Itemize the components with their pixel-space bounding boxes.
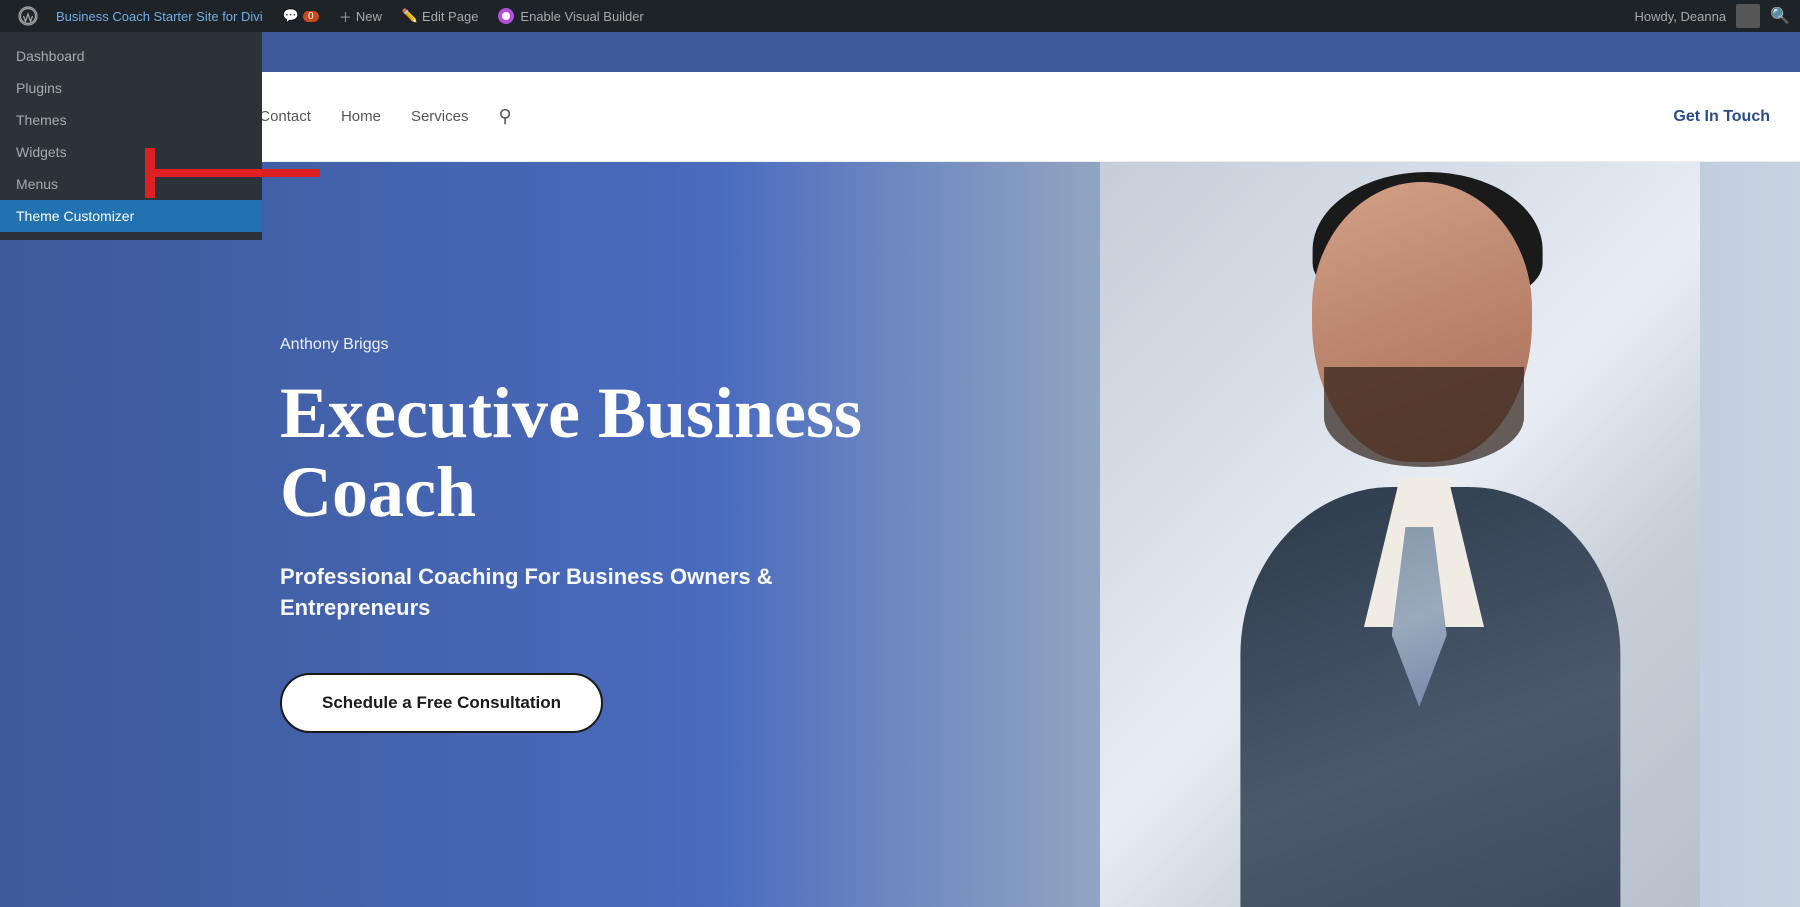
nav-search-icon[interactable]: ⚲ [498,106,511,127]
dropdown-item-themes[interactable]: Themes [0,104,262,136]
divi-icon [498,8,514,24]
dropdown-item-plugins[interactable]: Plugins [0,72,262,104]
howdy-text: Howdy, Deanna [1635,9,1727,24]
main-nav: About Blog Contact Home Services ⚲ [130,106,1673,127]
hero-section: Anthony Briggs Executive Business Coach … [0,162,1800,907]
dropdown-item-menus[interactable]: Menus [0,168,262,200]
hero-subtitle: Professional Coaching For Business Owner… [280,562,900,624]
dropdown-item-theme-customizer[interactable]: Theme Customizer [0,200,262,232]
comment-icon: 💬 [283,8,299,24]
user-avatar[interactable] [1736,4,1760,28]
visual-builder-button[interactable]: Enable Visual Builder [488,0,653,32]
adminbar-right: Howdy, Deanna 🔍 [1635,4,1790,28]
admin-bar: Business Coach Starter Site for Divi 💬 0… [0,0,1800,32]
hero-author: Anthony Briggs [280,336,900,354]
comments-button[interactable]: 💬 0 [273,0,329,32]
hero-cta-button[interactable]: Schedule a Free Consultation [280,673,603,733]
hero-content: Anthony Briggs Executive Business Coach … [0,336,900,734]
site-name[interactable]: Business Coach Starter Site for Divi [46,0,273,32]
dropdown-item-widgets[interactable]: Widgets [0,136,262,168]
comments-count: 0 [303,11,319,22]
nav-services[interactable]: Services [411,108,469,125]
site-header: D About Blog Contact Home Services ⚲ Get… [0,72,1800,162]
nav-home[interactable]: Home [341,108,381,125]
hero-person-image [1050,162,1750,907]
hero-title: Executive Business Coach [280,374,900,532]
wp-logo[interactable] [10,0,46,32]
pencil-icon: ✏️ [402,8,418,24]
person-shape [1100,162,1700,907]
appearance-dropdown: Dashboard Plugins Themes Widgets Menus T… [0,32,262,240]
header-cta-button[interactable]: Get In Touch [1673,108,1770,126]
search-icon[interactable]: 🔍 [1770,6,1790,26]
new-button[interactable]: ＋ New [329,0,392,32]
edit-page-button[interactable]: ✏️ Edit Page [392,0,489,32]
plus-icon: ＋ [339,7,352,26]
dropdown-item-dashboard[interactable]: Dashboard [0,40,262,72]
nav-contact[interactable]: Contact [259,108,311,125]
top-bar: hello@divibusiness.com [0,32,1800,72]
